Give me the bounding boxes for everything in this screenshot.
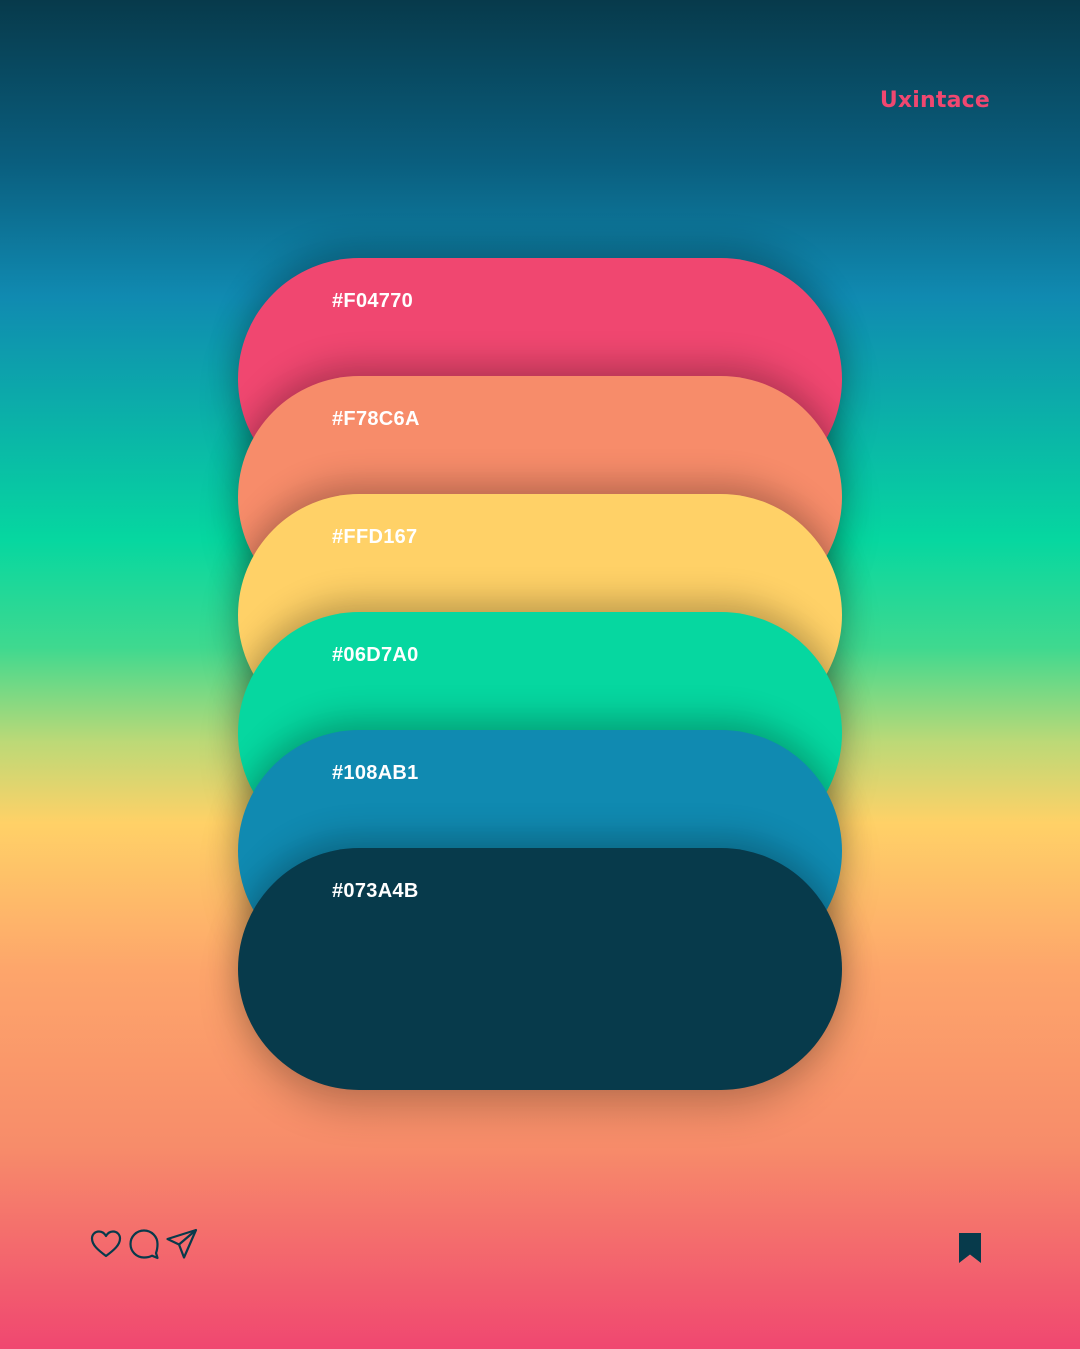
swatch-4-hex: #06D7A0: [332, 644, 419, 666]
swatch-1-hex: #F04770: [332, 290, 414, 312]
swatch-3-hex: #FFD167: [332, 526, 418, 548]
post-actions: [88, 1226, 200, 1262]
bookmark-icon[interactable]: [952, 1230, 988, 1266]
send-icon[interactable]: [164, 1226, 200, 1262]
swatch-2-hex: #F78C6A: [332, 408, 420, 430]
brand-logo: Uxintace: [879, 88, 990, 113]
swatch-5-hex: #108AB1: [332, 762, 419, 784]
swatch-6[interactable]: #073A4B: [238, 848, 842, 1090]
color-palette: #F04770 #F78C6A #FFD167 #06D7A0 #108AB1 …: [238, 258, 842, 1092]
heart-icon[interactable]: [88, 1226, 124, 1262]
comment-icon[interactable]: [126, 1226, 162, 1262]
swatch-6-hex: #073A4B: [332, 880, 419, 902]
